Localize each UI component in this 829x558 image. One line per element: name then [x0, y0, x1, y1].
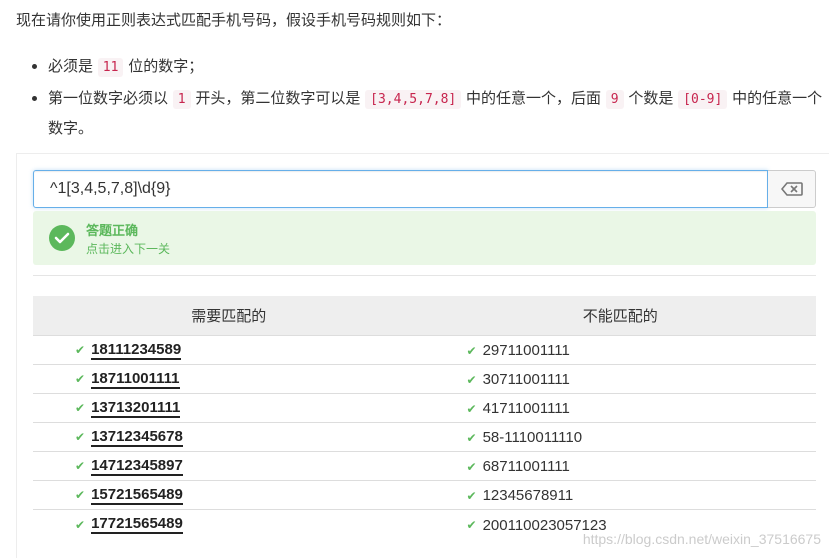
- backspace-icon: [780, 182, 803, 196]
- rule-code: 11: [97, 58, 124, 77]
- check-icon: ✔: [75, 372, 86, 387]
- watermark: https://blog.csdn.net/weixin_37516675: [582, 531, 821, 547]
- check-icon: ✔: [75, 430, 86, 445]
- check-icon: ✔: [75, 459, 86, 474]
- rule-item-length: 必须是 11 位的数字；: [28, 52, 823, 82]
- rule-text: 个数是: [623, 89, 679, 107]
- check-icon: ✔: [466, 343, 477, 358]
- rule-code: 1: [172, 90, 191, 109]
- match-cell: ✔ 13712345678: [33, 422, 425, 452]
- nomatch-value: 29711001111: [482, 342, 570, 360]
- rule-code: [3,4,5,7,8]: [365, 90, 462, 109]
- rule-item-format: 第一位数字必须以 1 开头，第二位数字可以是 [3,4,5,7,8] 中的任意一…: [28, 84, 823, 142]
- nomatch-value: 41711001111: [482, 400, 570, 418]
- match-cell: ✔ 18111234589: [33, 335, 425, 365]
- nomatch-cell: ✔ 68711001111: [424, 451, 816, 481]
- success-alert: 答题正确 点击进入下一关: [33, 211, 816, 265]
- regex-input[interactable]: [33, 170, 768, 208]
- nomatch-cell: ✔ 30711001111: [424, 364, 816, 394]
- match-cell: ✔ 15721565489: [33, 480, 425, 510]
- test-cases-table: 需要匹配的 不能匹配的 ✔ 18111234589 ✔ 29711001111 ✔ 187…: [33, 296, 816, 539]
- rule-text: 位的数字；: [123, 57, 204, 75]
- check-icon: ✔: [75, 488, 86, 503]
- nomatch-cell: ✔ 41711001111: [424, 393, 816, 423]
- intro-text: 现在请你使用正则表达式匹配手机号码，假设手机号码规则如下：: [16, 11, 452, 29]
- match-cell: ✔ 17721565489: [33, 509, 425, 539]
- match-cell: ✔ 13713201111: [33, 393, 425, 423]
- table-row: ✔ 14712345897 ✔ 68711001111: [33, 451, 816, 481]
- match-value: 17721565489: [91, 515, 183, 534]
- nomatch-value: 12345678911: [482, 487, 574, 505]
- regex-input-group: [33, 170, 816, 208]
- match-value: 15721565489: [91, 485, 183, 505]
- check-icon: ✔: [466, 430, 477, 445]
- rule-text: 开头，第二位数字可以是: [190, 89, 366, 107]
- nomatch-value: 58-1110011110: [482, 429, 583, 447]
- rules-list: 必须是 11 位的数字； 第一位数字必须以 1 开头，第二位数字可以是 [3,4…: [28, 52, 823, 144]
- match-value: 13713201111: [91, 398, 181, 418]
- check-icon: ✔: [466, 518, 477, 532]
- exercise-panel: 答题正确 点击进入下一关 需要匹配的 不能匹配的 ✔ 18111234589 ✔ 29…: [16, 153, 829, 558]
- table-row: ✔ 13713201111 ✔ 41711001111: [33, 393, 816, 423]
- header-match: 需要匹配的: [33, 296, 425, 336]
- table-row: ✔ 18711001111 ✔ 30711001111: [33, 364, 816, 394]
- rule-code: [0-9]: [678, 90, 728, 109]
- check-icon: ✔: [466, 372, 477, 387]
- check-icon: ✔: [466, 459, 477, 474]
- match-value: 13712345678: [91, 427, 183, 447]
- check-icon: ✔: [466, 488, 477, 503]
- check-icon: ✔: [75, 343, 86, 358]
- next-level-link[interactable]: 点击进入下一关: [86, 240, 170, 257]
- check-icon: ✔: [75, 517, 86, 532]
- check-icon: ✔: [466, 401, 477, 416]
- nomatch-value: 68711001111: [482, 458, 570, 476]
- match-cell: ✔ 14712345897: [33, 451, 425, 481]
- nomatch-cell: ✔ 29711001111: [424, 335, 816, 365]
- clear-button[interactable]: [768, 170, 816, 208]
- nomatch-cell: ✔ 12345678911: [424, 480, 816, 510]
- table-row: ✔ 15721565489 ✔ 12345678911: [33, 480, 816, 510]
- success-title: 答题正确: [86, 224, 139, 239]
- rule-text: 第一位数字必须以: [48, 89, 173, 107]
- table-row: ✔ 18111234589 ✔ 29711001111: [33, 335, 816, 365]
- match-value: 18111234589: [91, 340, 182, 360]
- nomatch-value: 30711001111: [482, 371, 570, 389]
- match-value: 14712345897: [91, 456, 183, 476]
- check-circle-icon: [49, 225, 75, 251]
- table-row: ✔ 13712345678 ✔ 58-1110011110: [33, 422, 816, 452]
- header-nomatch: 不能匹配的: [424, 296, 816, 336]
- match-cell: ✔ 18711001111: [33, 364, 425, 394]
- rule-text: 必须是: [48, 57, 98, 75]
- match-value: 18711001111: [91, 369, 180, 389]
- rule-text: 中的任意一个，后面: [461, 89, 606, 107]
- divider: [33, 275, 816, 276]
- check-icon: ✔: [75, 401, 86, 416]
- nomatch-cell: ✔ 58-1110011110: [424, 422, 816, 452]
- rule-code: 9: [605, 90, 624, 109]
